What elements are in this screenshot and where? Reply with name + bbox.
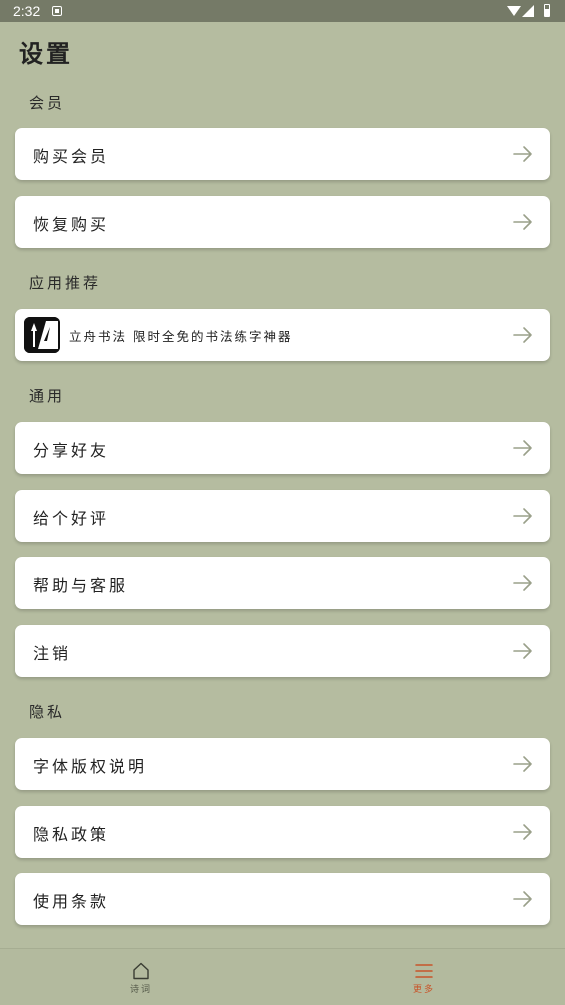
wifi-icon (507, 6, 521, 16)
nav-tab-poems[interactable]: 诗词 (91, 949, 191, 1005)
signal-icon (522, 5, 534, 17)
battery-icon (544, 4, 550, 17)
buy-membership-button[interactable]: 购买会员 (15, 128, 550, 180)
home-icon (133, 962, 149, 980)
arrow-right-icon (513, 214, 532, 230)
arrow-right-icon (513, 327, 532, 343)
restore-purchase-label: 恢复购买 (33, 215, 110, 234)
menu-icon (415, 964, 433, 978)
help-support-button[interactable]: 帮助与客服 (15, 557, 550, 609)
share-friends-label: 分享好友 (33, 441, 110, 460)
help-support-label: 帮助与客服 (33, 576, 129, 595)
section-header-membership: 会员 (29, 94, 66, 112)
nav-more-label: 更多 (412, 985, 435, 995)
bottom-nav: 诗词 更多 (0, 948, 565, 1005)
arrow-right-icon (513, 146, 532, 162)
arrow-right-icon (513, 824, 532, 840)
privacy-policy-button[interactable]: 隐私政策 (15, 806, 550, 858)
app-recommendation-text: 立舟书法 限时全免的书法练字神器 (69, 329, 293, 344)
font-copyright-button[interactable]: 字体版权说明 (15, 738, 550, 790)
share-friends-button[interactable]: 分享好友 (15, 422, 550, 474)
arrow-right-icon (513, 643, 532, 659)
arrow-right-icon (513, 440, 532, 456)
privacy-policy-label: 隐私政策 (33, 825, 110, 844)
arrow-right-icon (513, 756, 532, 772)
app-logo-icon (24, 317, 60, 353)
app-recommendation-item[interactable]: 立舟书法 限时全免的书法练字神器 (15, 309, 550, 361)
status-time: 2:32 (13, 3, 41, 19)
section-header-general: 通用 (29, 387, 66, 405)
nav-tab-more[interactable]: 更多 (374, 949, 474, 1005)
restore-purchase-button[interactable]: 恢复购买 (15, 196, 550, 248)
terms-of-use-button[interactable]: 使用条款 (15, 873, 550, 925)
cancel-account-label: 注销 (33, 644, 72, 663)
status-bar: 2:32 (0, 0, 565, 22)
page-title: 设置 (19, 39, 73, 68)
terms-of-use-label: 使用条款 (33, 892, 110, 911)
nav-poems-label: 诗词 (129, 985, 152, 995)
buy-membership-label: 购买会员 (33, 147, 110, 166)
rate-app-label: 给个好评 (33, 509, 110, 528)
arrow-right-icon (513, 508, 532, 524)
arrow-right-icon (513, 575, 532, 591)
font-copyright-label: 字体版权说明 (33, 757, 148, 776)
section-header-privacy: 隐私 (29, 703, 66, 721)
cancel-account-button[interactable]: 注销 (15, 625, 550, 677)
arrow-right-icon (513, 891, 532, 907)
notification-icon (52, 6, 62, 16)
section-header-recommend: 应用推荐 (29, 274, 102, 292)
rate-app-button[interactable]: 给个好评 (15, 490, 550, 542)
